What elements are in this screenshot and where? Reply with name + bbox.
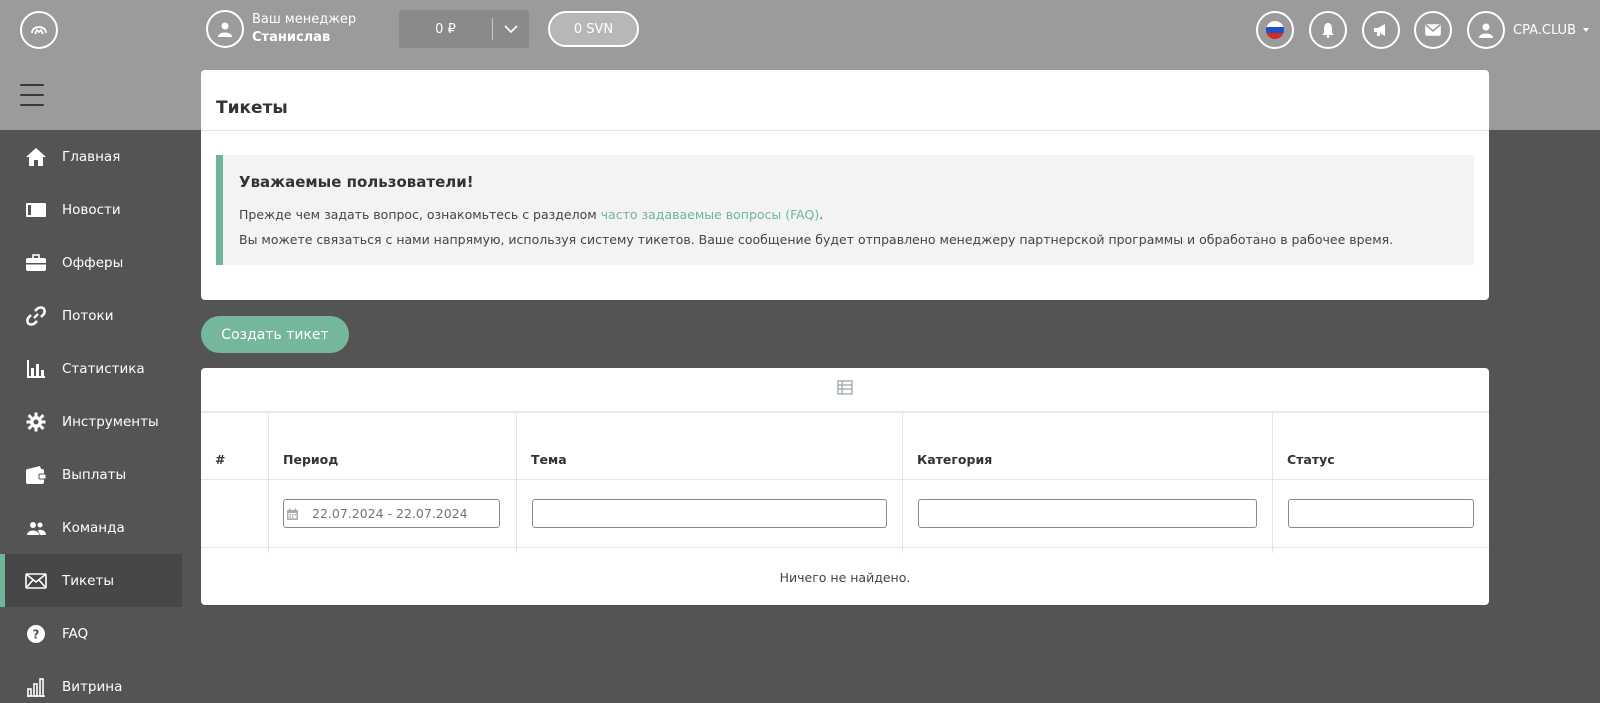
sidebar-item-label: Витрина bbox=[62, 678, 123, 695]
table-toolbar bbox=[201, 368, 1489, 413]
sidebar-item-label: Главная bbox=[62, 148, 121, 165]
sidebar-item-home[interactable]: Главная bbox=[0, 130, 182, 183]
sidebar-item-tools[interactable]: Инструменты bbox=[0, 395, 182, 448]
manager-avatar-icon bbox=[206, 10, 244, 48]
user-name: CPA.CLUB bbox=[1513, 22, 1576, 38]
sidebar-item-label: Офферы bbox=[62, 254, 124, 271]
home-icon bbox=[25, 146, 47, 168]
subject-filter-input[interactable] bbox=[532, 499, 887, 528]
sidebar-item-label: Команда bbox=[62, 519, 125, 536]
sidebar-item-faq[interactable]: ? FAQ bbox=[0, 607, 182, 660]
alert-line-faq: Прежде чем задать вопрос, ознакомьтесь с… bbox=[239, 207, 823, 222]
sidebar-item-label: Статистика bbox=[62, 360, 145, 377]
sidebar-item-label: Инструменты bbox=[62, 413, 159, 430]
manager-name: Станислав bbox=[252, 30, 331, 45]
sidebar-item-streams[interactable]: Потоки bbox=[0, 289, 182, 342]
sidebar-item-statistics[interactable]: Статистика bbox=[0, 342, 182, 395]
megaphone-icon[interactable] bbox=[1362, 11, 1400, 49]
category-filter-input[interactable] bbox=[918, 499, 1257, 528]
question-icon: ? bbox=[25, 623, 47, 645]
sidebar-item-label: Тикеты bbox=[62, 572, 115, 589]
showcase-icon bbox=[25, 676, 47, 698]
alert-text: Прежде чем задать вопрос, ознакомьтесь с… bbox=[239, 207, 601, 222]
column-header-number[interactable]: # bbox=[215, 452, 225, 467]
language-flag-icon[interactable] bbox=[1256, 11, 1294, 49]
sidebar-item-label: Новости bbox=[62, 201, 121, 218]
user-menu[interactable]: CPA.CLUB bbox=[1467, 11, 1589, 49]
sidebar-item-label: Потоки bbox=[62, 307, 114, 324]
sidebar-item-label: Выплаты bbox=[62, 466, 127, 483]
columns-toggle-icon[interactable] bbox=[837, 380, 853, 399]
balance-value: 0 ₽ bbox=[435, 21, 456, 37]
sidebar-item-news[interactable]: Новости bbox=[0, 183, 182, 236]
manager-info[interactable]: Ваш менеджер Станислав bbox=[206, 10, 356, 48]
balance-dropdown[interactable]: 0 ₽ bbox=[399, 10, 529, 48]
sidebar-item-offers[interactable]: Офферы bbox=[0, 236, 182, 289]
alert-text-suffix: . bbox=[819, 207, 824, 222]
wallet-icon bbox=[25, 464, 47, 486]
chart-icon bbox=[25, 358, 47, 380]
alert-title: Уважаемые пользователи! bbox=[239, 173, 474, 191]
sidebar-item-label: FAQ bbox=[62, 625, 89, 642]
empty-message: Ничего не найдено. bbox=[779, 570, 911, 585]
column-header-period[interactable]: Период bbox=[283, 452, 338, 467]
gear-icon bbox=[25, 411, 47, 433]
sidebar: Главная Новости Офферы Потоки Статистика… bbox=[0, 130, 182, 703]
page-title: Тикеты bbox=[216, 98, 288, 118]
alert-line-tickets: Вы можете связаться с нами напрямую, исп… bbox=[239, 232, 1394, 247]
column-header-status[interactable]: Статус bbox=[1287, 452, 1335, 467]
logo-icon[interactable] bbox=[20, 11, 58, 49]
sidebar-item-payouts[interactable]: Выплаты bbox=[0, 448, 182, 501]
svn-balance-badge[interactable]: 0 SVN bbox=[548, 11, 639, 47]
faq-link[interactable]: часто задаваемые вопросы (FAQ) bbox=[601, 207, 820, 222]
tickets-info-card: Тикеты Уважаемые пользователи! Прежде че… bbox=[201, 70, 1489, 300]
caret-down-icon bbox=[1583, 28, 1589, 32]
briefcase-icon bbox=[25, 252, 47, 274]
calendar-icon bbox=[286, 506, 299, 525]
create-ticket-button[interactable]: Создать тикет bbox=[201, 316, 349, 353]
status-filter-input[interactable] bbox=[1288, 499, 1474, 528]
news-icon bbox=[25, 199, 47, 221]
chevron-down-icon[interactable] bbox=[493, 24, 529, 34]
sidebar-item-showcase[interactable]: Витрина bbox=[0, 660, 182, 703]
manager-label: Ваш менеджер bbox=[252, 12, 357, 27]
column-header-subject[interactable]: Тема bbox=[531, 452, 567, 467]
bell-icon[interactable] bbox=[1309, 11, 1347, 49]
svg-text:?: ? bbox=[33, 627, 40, 641]
team-icon bbox=[25, 517, 47, 539]
envelope-icon bbox=[25, 570, 47, 592]
sidebar-item-team[interactable]: Команда bbox=[0, 501, 182, 554]
sidebar-item-tickets[interactable]: Тикеты bbox=[0, 554, 182, 607]
user-avatar-icon bbox=[1467, 11, 1505, 49]
tickets-table: # Период Тема Категория Статус Ничего не… bbox=[201, 368, 1489, 605]
link-icon bbox=[25, 305, 47, 327]
column-header-category[interactable]: Категория bbox=[917, 452, 992, 467]
mail-icon[interactable] bbox=[1414, 11, 1452, 49]
period-filter-input[interactable] bbox=[283, 499, 500, 528]
info-alert: Уважаемые пользователи! Прежде чем задат… bbox=[216, 155, 1474, 265]
menu-toggle-icon[interactable] bbox=[20, 84, 44, 106]
